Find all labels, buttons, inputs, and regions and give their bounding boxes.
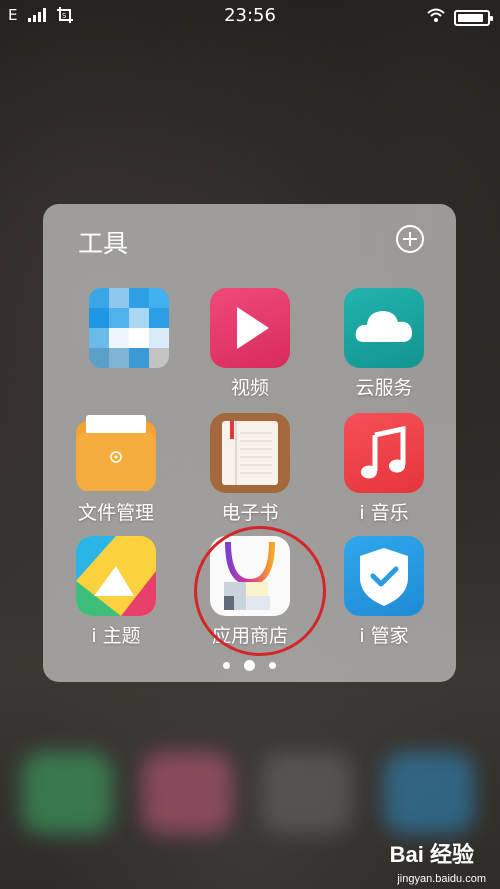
page-indicator: [43, 660, 456, 671]
highlight-annotation: [194, 526, 326, 656]
add-app-button[interactable]: [396, 225, 424, 253]
wifi-icon: [426, 7, 446, 28]
app-label: 电子书: [221, 502, 279, 524]
play-icon: [210, 288, 290, 368]
folder-title[interactable]: 工具: [78, 224, 128, 260]
dock-app-blur: [384, 752, 474, 834]
app-item-ebook[interactable]: 电子书: [190, 413, 310, 525]
dock-app-blur: [142, 752, 232, 834]
baidu-watermark: Bai 经验: [389, 842, 474, 867]
page-dot-active[interactable]: [244, 660, 255, 671]
battery-icon: [454, 9, 493, 26]
folder-icon: [76, 413, 156, 493]
shield-check-icon: [344, 536, 424, 616]
app-label: i 主题: [91, 625, 141, 647]
app-item-file-manager[interactable]: 文件管理: [56, 413, 176, 525]
battery-level: [458, 13, 484, 22]
app-label: i 音乐: [359, 502, 409, 524]
music-note-icon: [344, 413, 424, 493]
cloud-icon: [344, 288, 424, 368]
app-item-cloud[interactable]: 云服务: [324, 288, 444, 400]
status-bar: E S 23:56: [0, 0, 500, 34]
app-item-theme[interactable]: i 主题: [56, 536, 176, 648]
clock: 23:56: [224, 5, 276, 26]
theme-icon: [76, 536, 156, 616]
book-icon: [210, 413, 290, 493]
app-label: 云服务: [355, 377, 413, 399]
app-label: 视频: [230, 377, 269, 399]
app-item-video[interactable]: 视频: [190, 288, 310, 400]
app-label: i 管家: [359, 625, 409, 647]
watermark-url: jingyan.baidu.com: [397, 873, 486, 885]
dock-app-blur: [22, 752, 112, 834]
app-label: 文件管理: [77, 502, 154, 524]
app-item-pixelated[interactable]: [69, 288, 189, 373]
pixelated-icon: [89, 288, 169, 368]
app-item-music[interactable]: i 音乐: [324, 413, 444, 525]
page-dot[interactable]: [269, 662, 276, 669]
app-item-imanager[interactable]: i 管家: [324, 536, 444, 648]
dock-app-blur: [262, 752, 352, 834]
page-dot[interactable]: [223, 662, 230, 669]
